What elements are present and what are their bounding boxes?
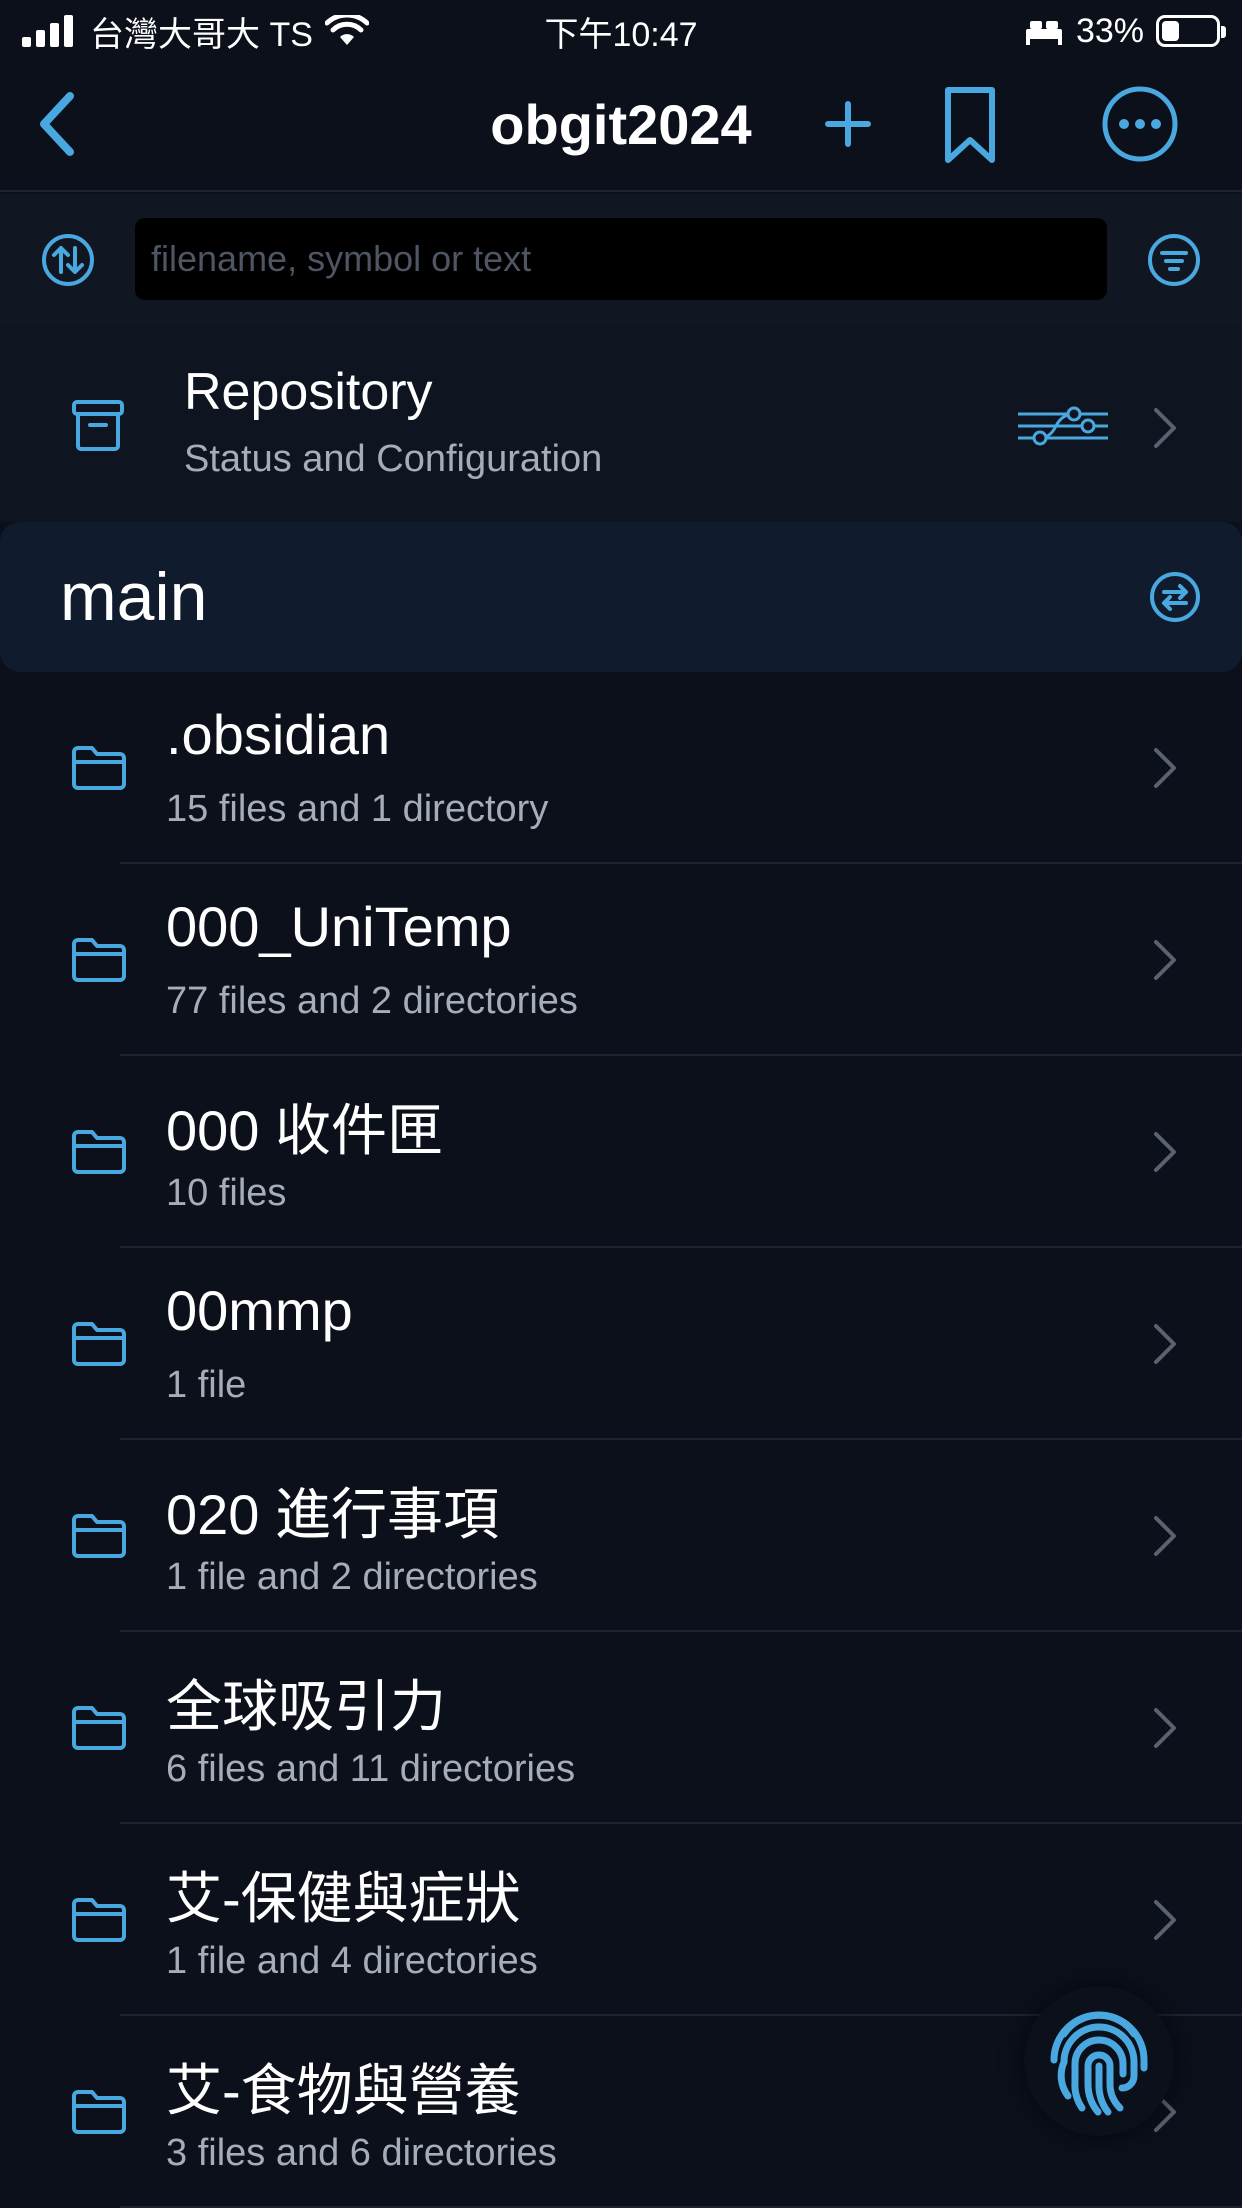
folder-name: 000 收件匣 — [166, 1099, 443, 1162]
folder-icon — [72, 1706, 126, 1750]
folder-name: .obsidian — [166, 703, 391, 766]
fingerprint-icon — [1050, 2011, 1148, 2116]
wifi-icon — [324, 15, 369, 45]
folder-list: .obsidian 15 files and 1 directory 000_Uni… — [0, 672, 1242, 2208]
add-button[interactable] — [820, 96, 876, 152]
folder-icon — [72, 1322, 126, 1366]
signal-icon — [22, 15, 73, 47]
folder-item-count: 6 files and 11 directories — [166, 1748, 576, 1790]
status-bar-right: 33% — [1024, 11, 1226, 51]
folder-icon — [72, 1898, 126, 1942]
chevron-right-icon — [1154, 1708, 1176, 1748]
back-button[interactable] — [30, 88, 86, 160]
folder-name: 全球吸引力 — [166, 1675, 446, 1738]
chevron-left-icon — [40, 92, 74, 156]
chevron-right-icon — [1154, 940, 1176, 980]
folder-list-item[interactable]: .obsidian 15 files and 1 directory — [0, 672, 1242, 864]
battery-level — [1162, 21, 1180, 41]
folder-item-count: 1 file and 2 directories — [166, 1556, 538, 1598]
chevron-right-icon — [1154, 748, 1176, 788]
folder-icon — [72, 2090, 126, 2134]
ellipsis-circle-icon — [1102, 86, 1178, 162]
folder-icon — [72, 938, 126, 982]
branch-name: main — [60, 559, 208, 635]
switch-branch-button[interactable] — [1148, 570, 1202, 624]
folder-item-count: 15 files and 1 directory — [166, 788, 549, 830]
navigation-bar: obgit2024 — [0, 62, 1242, 192]
fingerprint-button[interactable] — [1024, 1986, 1174, 2136]
filter-icon — [1148, 234, 1200, 286]
folder-list-item[interactable]: 020 進行事項 1 file and 2 directories — [0, 1440, 1242, 1632]
sort-button[interactable] — [40, 232, 96, 288]
folder-item-count: 10 files — [166, 1172, 287, 1214]
more-options-button[interactable] — [1100, 84, 1180, 164]
folder-icon — [72, 1514, 126, 1558]
folder-item-count: 3 files and 6 directories — [166, 2132, 557, 2174]
filter-button[interactable] — [1146, 232, 1202, 288]
folder-item-count: 1 file — [166, 1364, 247, 1406]
search-input[interactable] — [135, 218, 1107, 300]
folder-name: 艾-保健與症狀 — [166, 1867, 521, 1930]
chevron-right-icon — [1154, 1324, 1176, 1364]
repository-subtitle: Status and Configuration — [184, 438, 603, 480]
sort-arrows-icon — [42, 234, 94, 286]
status-bar: 台灣大哥大 TS 下午10:47 33% — [0, 0, 1242, 62]
folder-name: 020 進行事項 — [166, 1483, 499, 1546]
folder-list-item[interactable]: 艾-保健與症狀 1 file and 4 directories — [0, 1824, 1242, 2016]
carrier-label: 台灣大哥大 TS — [90, 15, 313, 54]
archive-box-icon — [72, 400, 124, 451]
folder-name: 00mmp — [166, 1279, 353, 1342]
chevron-right-icon — [1154, 1900, 1176, 1940]
folder-item-count: 1 file and 4 directories — [166, 1940, 538, 1982]
repository-title: Repository — [184, 363, 433, 421]
folder-list-item[interactable]: 全球吸引力 6 files and 11 directories — [0, 1632, 1242, 1824]
sleep-bed-icon — [1025, 21, 1062, 45]
folder-icon — [72, 1130, 126, 1174]
battery-percentage: 33% — [1075, 11, 1144, 50]
branch-graph-icon — [1018, 406, 1108, 446]
page-title: obgit2024 — [490, 93, 752, 156]
folder-list-item[interactable]: 000_UniTemp 77 files and 2 directories — [0, 864, 1242, 1056]
repository-row[interactable]: Repository Status and Configuration — [0, 326, 1242, 522]
plus-icon — [825, 101, 871, 147]
bookmark-button[interactable] — [940, 84, 1000, 166]
folder-name: 艾-食物與營養 — [166, 2059, 521, 2122]
switch-arrows-icon — [1150, 572, 1200, 622]
chevron-right-icon — [1154, 1516, 1176, 1556]
search-bar — [0, 194, 1242, 326]
bookmark-icon — [945, 87, 995, 163]
battery-icon — [1156, 15, 1226, 47]
chevron-right-icon — [1154, 408, 1176, 448]
chevron-right-icon — [1154, 1132, 1176, 1172]
folder-item-count: 77 files and 2 directories — [166, 980, 578, 1022]
folder-list-item[interactable]: 000 收件匣 10 files — [0, 1056, 1242, 1248]
folder-name: 000_UniTemp — [166, 895, 512, 958]
folder-icon — [72, 746, 126, 790]
status-bar-left: 台灣大哥大 TS — [22, 7, 369, 56]
folder-list-item[interactable]: 00mmp 1 file — [0, 1248, 1242, 1440]
branch-header: main — [0, 522, 1242, 672]
